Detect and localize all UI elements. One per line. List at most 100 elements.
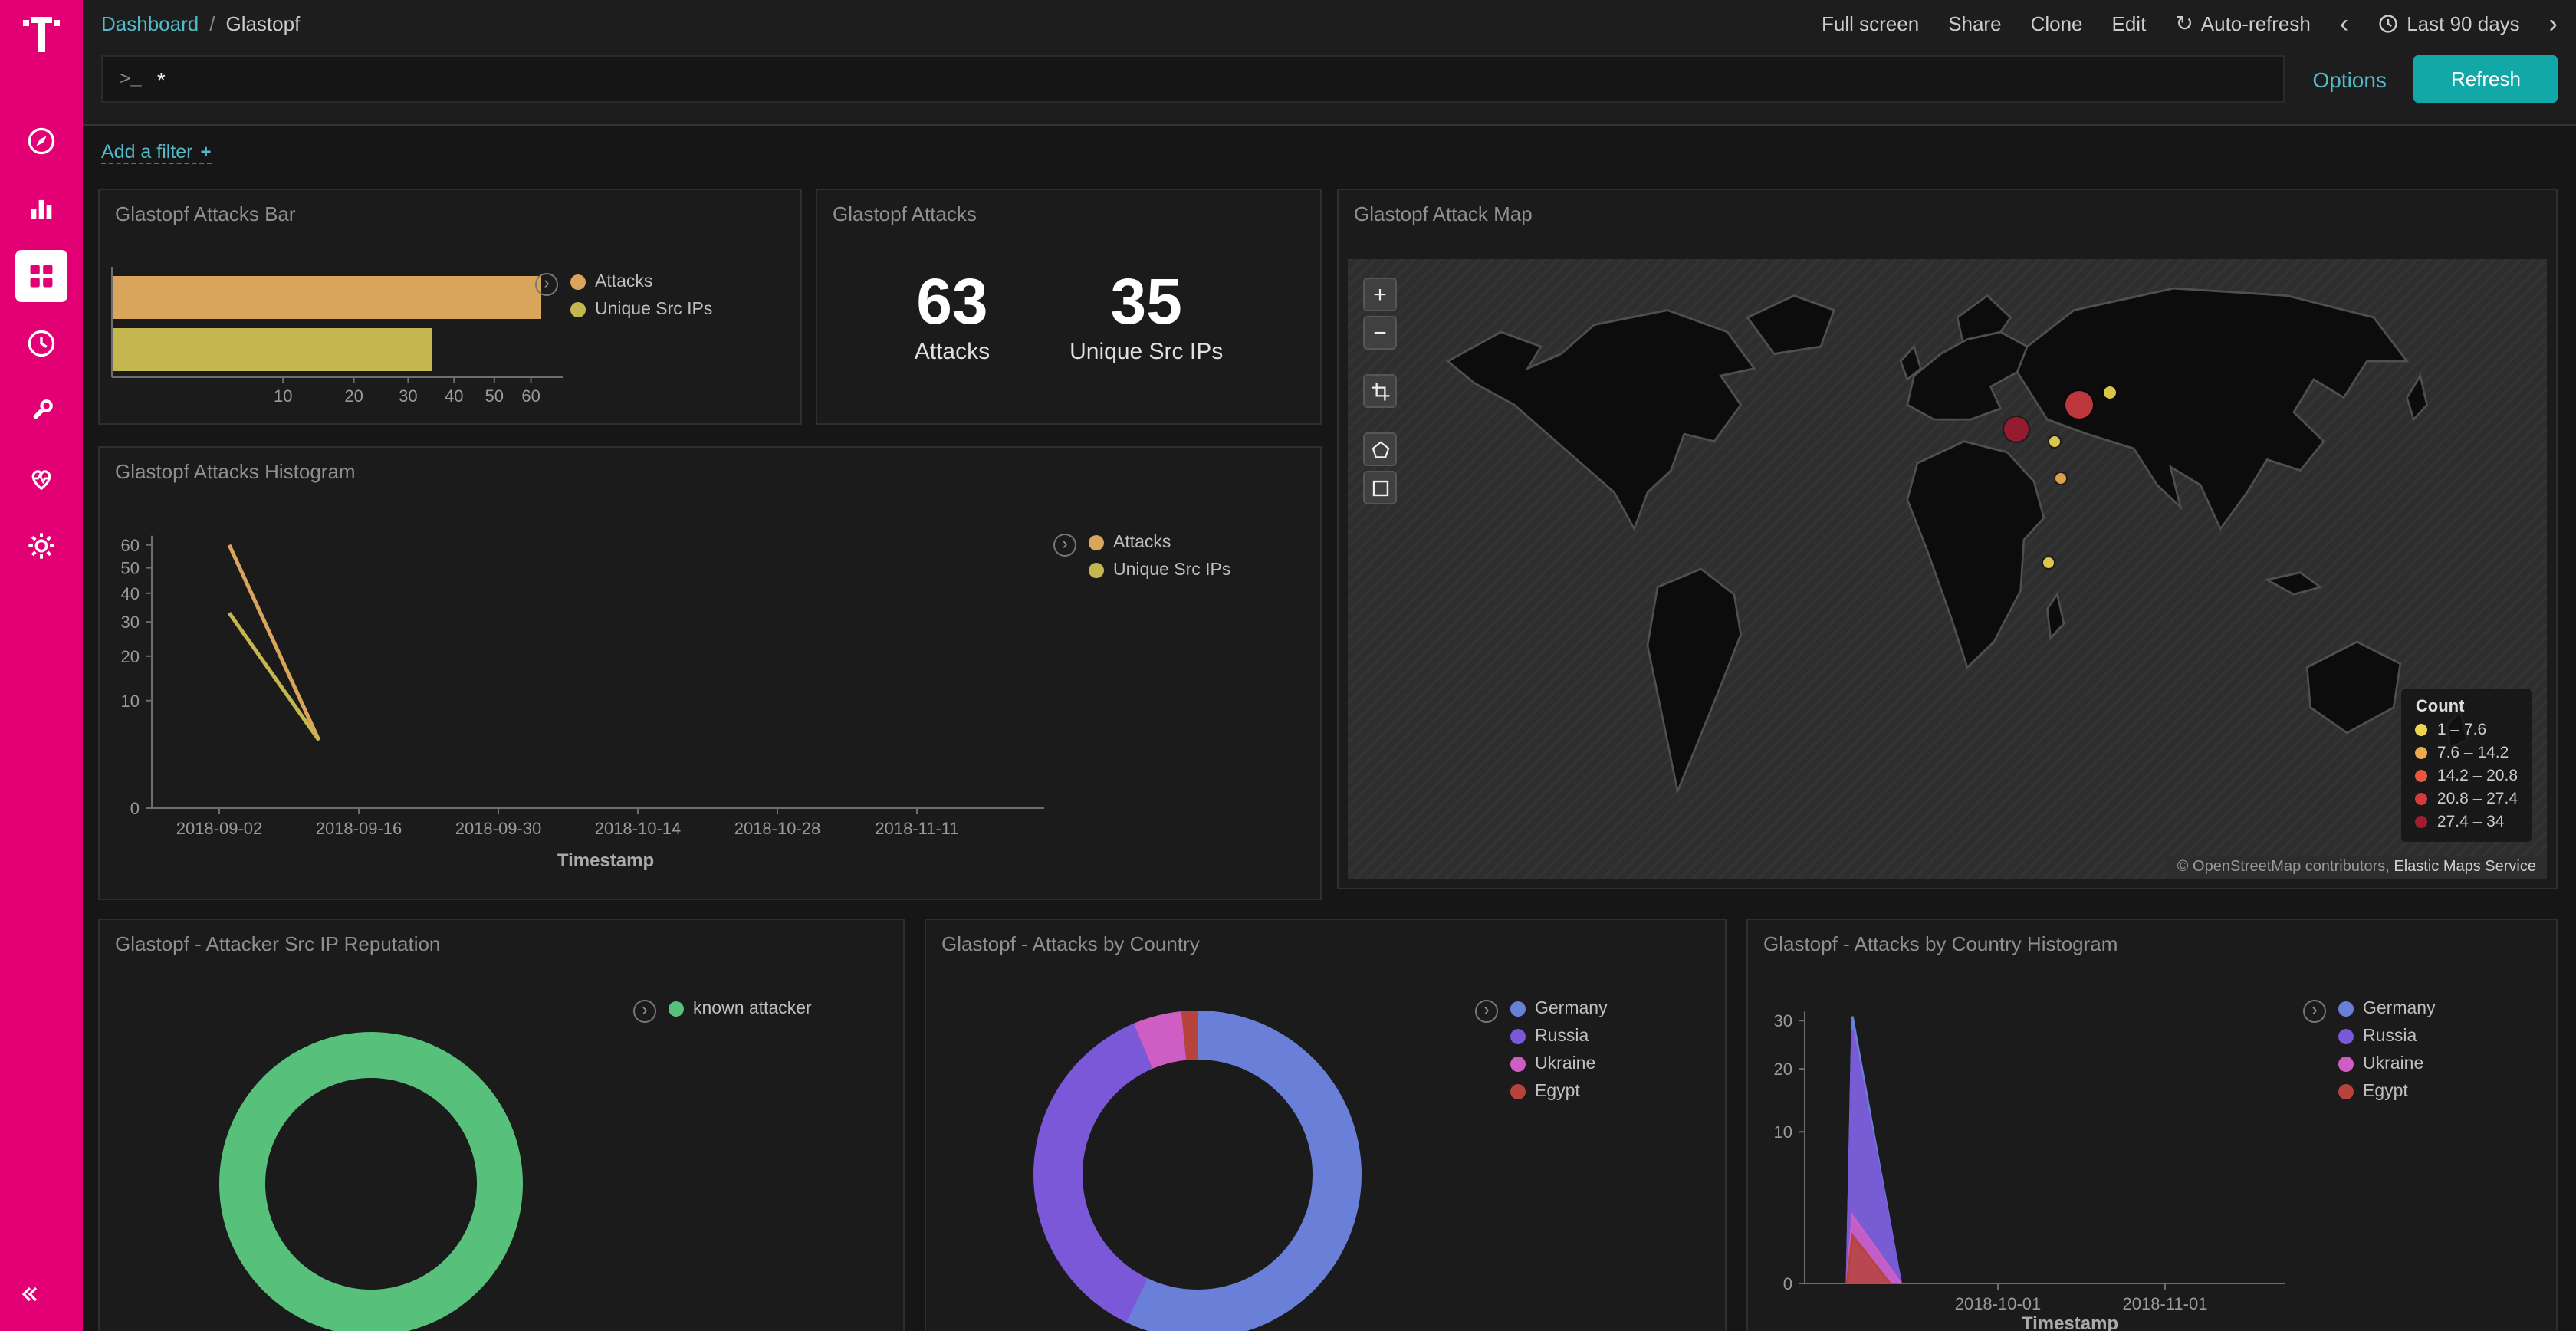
legend-label: Unique Src IPs	[595, 301, 712, 319]
attack-location-dots	[1348, 259, 2547, 879]
edit-button[interactable]: Edit	[2112, 12, 2147, 35]
world-map[interactable]: + − C	[1348, 259, 2547, 879]
legend-color-dot	[1510, 1001, 1526, 1017]
legend-item-russia[interactable]: Russia	[2338, 1027, 2436, 1046]
legend-toggle-icon[interactable]	[1475, 1000, 1498, 1023]
sidebar-collapse-button[interactable]	[15, 1280, 43, 1316]
legend-item-egypt[interactable]: Egypt	[2338, 1083, 2436, 1101]
legend-color-dot	[1089, 535, 1104, 550]
legend-toggle-icon[interactable]	[535, 273, 558, 296]
panel-attacks-by-country: Glastopf - Attacks by Country Germany Ru…	[925, 919, 1727, 1331]
svg-text:40: 40	[121, 584, 140, 603]
add-filter-plus-icon	[201, 141, 212, 163]
legend-color-dot	[2416, 793, 2428, 805]
legend-range: 20.8 – 27.4	[2437, 790, 2518, 808]
sidebar-item-management[interactable]	[15, 520, 67, 572]
main-content: Dashboard/Glastopf Full screen Share Clo…	[83, 0, 2576, 1331]
legend-color-dot	[2338, 1001, 2354, 1017]
svg-text:10: 10	[274, 386, 292, 406]
country-donut-chart[interactable]	[1033, 1011, 1362, 1331]
fit-bounds-button[interactable]	[1363, 374, 1397, 408]
legend-item-ukraine[interactable]: Ukraine	[2338, 1055, 2436, 1073]
osm-attribution-link[interactable]: © OpenStreetMap contributors,	[2177, 859, 2390, 876]
zoom-in-button[interactable]: +	[1363, 278, 1397, 311]
sidebar-item-visualize[interactable]	[15, 182, 67, 235]
panel-title: Glastopf Attacks Histogram	[115, 460, 356, 483]
breadcrumb-dashboard-link[interactable]: Dashboard	[101, 12, 199, 35]
query-bar: >_ Options Refresh	[83, 46, 2576, 126]
legend-item-unique-src-ips[interactable]: Unique Src IPs	[1089, 561, 1230, 580]
add-filter-button[interactable]: Add a filter	[101, 141, 212, 164]
legend-label: Ukraine	[2363, 1055, 2423, 1073]
attack-dot[interactable]	[2005, 417, 2029, 442]
monitoring-heartbeat-icon	[26, 463, 57, 494]
svg-text:20: 20	[344, 386, 363, 406]
rectangle-select-button[interactable]	[1363, 471, 1397, 504]
options-link[interactable]: Options	[2312, 67, 2387, 91]
legend-item-unique-src-ips[interactable]: Unique Src IPs	[570, 301, 712, 319]
chevron-left-icon[interactable]	[2340, 10, 2348, 36]
legend-color-dot	[2416, 747, 2428, 759]
legend-toggle-icon[interactable]	[633, 1000, 656, 1023]
sidebar-item-dev-tools[interactable]	[15, 385, 67, 437]
map-legend-row: 1 – 7.6	[2416, 721, 2518, 739]
metric-label: Attacks	[915, 339, 990, 365]
legend-item-russia[interactable]: Russia	[1510, 1027, 1608, 1046]
metric-value: 63	[915, 270, 990, 334]
query-input-container[interactable]: >_	[101, 55, 2285, 103]
chevron-right-icon[interactable]	[2549, 10, 2558, 36]
share-button[interactable]: Share	[1948, 12, 2001, 35]
attack-dot[interactable]	[2056, 474, 2067, 485]
svg-text:2018-11-01: 2018-11-01	[2123, 1294, 2208, 1313]
attack-dot[interactable]	[2103, 386, 2115, 399]
collapse-chevrons-icon	[15, 1280, 43, 1308]
zoom-out-button[interactable]: −	[1363, 316, 1397, 350]
dashboard-grid: Glastopf Attacks Bar 102030405060 Attack…	[83, 189, 2576, 1331]
map-attribution: © OpenStreetMap contributors, Elastic Ma…	[2167, 856, 2547, 879]
metric-label: Unique Src IPs	[1070, 339, 1223, 365]
breadcrumb-current: Glastopf	[225, 12, 300, 35]
legend-toggle-icon[interactable]	[1053, 534, 1076, 557]
query-input[interactable]	[157, 67, 2267, 91]
svg-text:40: 40	[445, 386, 463, 406]
gear-icon	[26, 531, 57, 561]
legend-toggle-icon[interactable]	[2303, 1000, 2326, 1023]
metric-value: 35	[1070, 270, 1223, 334]
auto-refresh-button[interactable]: Auto-refresh	[2175, 10, 2311, 36]
legend-color-dot	[1510, 1029, 1526, 1044]
legend-item-attacks[interactable]: Attacks	[570, 273, 712, 291]
refresh-button[interactable]: Refresh	[2414, 55, 2558, 103]
reputation-donut-chart[interactable]	[219, 1032, 523, 1331]
svg-text:60: 60	[121, 536, 140, 555]
legend-color-dot	[1089, 563, 1104, 578]
polygon-select-button[interactable]	[1363, 432, 1397, 466]
sidebar-item-discover[interactable]	[15, 115, 67, 167]
legend-item-germany[interactable]: Germany	[1510, 1000, 1608, 1018]
legend-item-attacks[interactable]: Attacks	[1089, 534, 1230, 552]
country-histogram-chart: 01020302018-10-012018-11-01	[1748, 920, 2558, 1331]
svg-text:50: 50	[121, 559, 140, 578]
timelion-icon	[26, 328, 57, 359]
legend-item-ukraine[interactable]: Ukraine	[1510, 1055, 1608, 1073]
legend-item-egypt[interactable]: Egypt	[1510, 1083, 1608, 1101]
attack-dot[interactable]	[2049, 436, 2059, 447]
clone-button[interactable]: Clone	[2031, 12, 2083, 35]
x-axis-title: Timestamp	[222, 850, 989, 871]
time-range-picker[interactable]: Last 90 days	[2377, 12, 2519, 35]
attack-dot[interactable]	[2044, 557, 2055, 568]
attack-dot[interactable]	[2065, 391, 2093, 419]
sidebar-item-monitoring[interactable]	[15, 452, 67, 504]
legend-item-germany[interactable]: Germany	[2338, 1000, 2436, 1018]
legend-item-known-attacker[interactable]: known attacker	[669, 1000, 812, 1018]
legend-color-dot	[2338, 1029, 2354, 1044]
telekom-logo[interactable]	[21, 12, 61, 63]
panel-attacks-histogram: Glastopf Attacks Histogram 0102030405060…	[98, 446, 1322, 900]
full-screen-button[interactable]: Full screen	[1822, 12, 1919, 35]
legend-range: 14.2 – 20.8	[2437, 767, 2518, 785]
sidebar-item-timelion[interactable]	[15, 317, 67, 370]
sidebar-item-dashboard[interactable]	[15, 250, 67, 302]
x-axis-title: Timestamp	[1840, 1313, 2300, 1331]
svg-text:30: 30	[399, 386, 417, 406]
ems-attribution-link[interactable]: Elastic Maps Service	[2394, 859, 2536, 876]
panel-title: Glastopf - Attacks by Country	[941, 932, 1200, 955]
